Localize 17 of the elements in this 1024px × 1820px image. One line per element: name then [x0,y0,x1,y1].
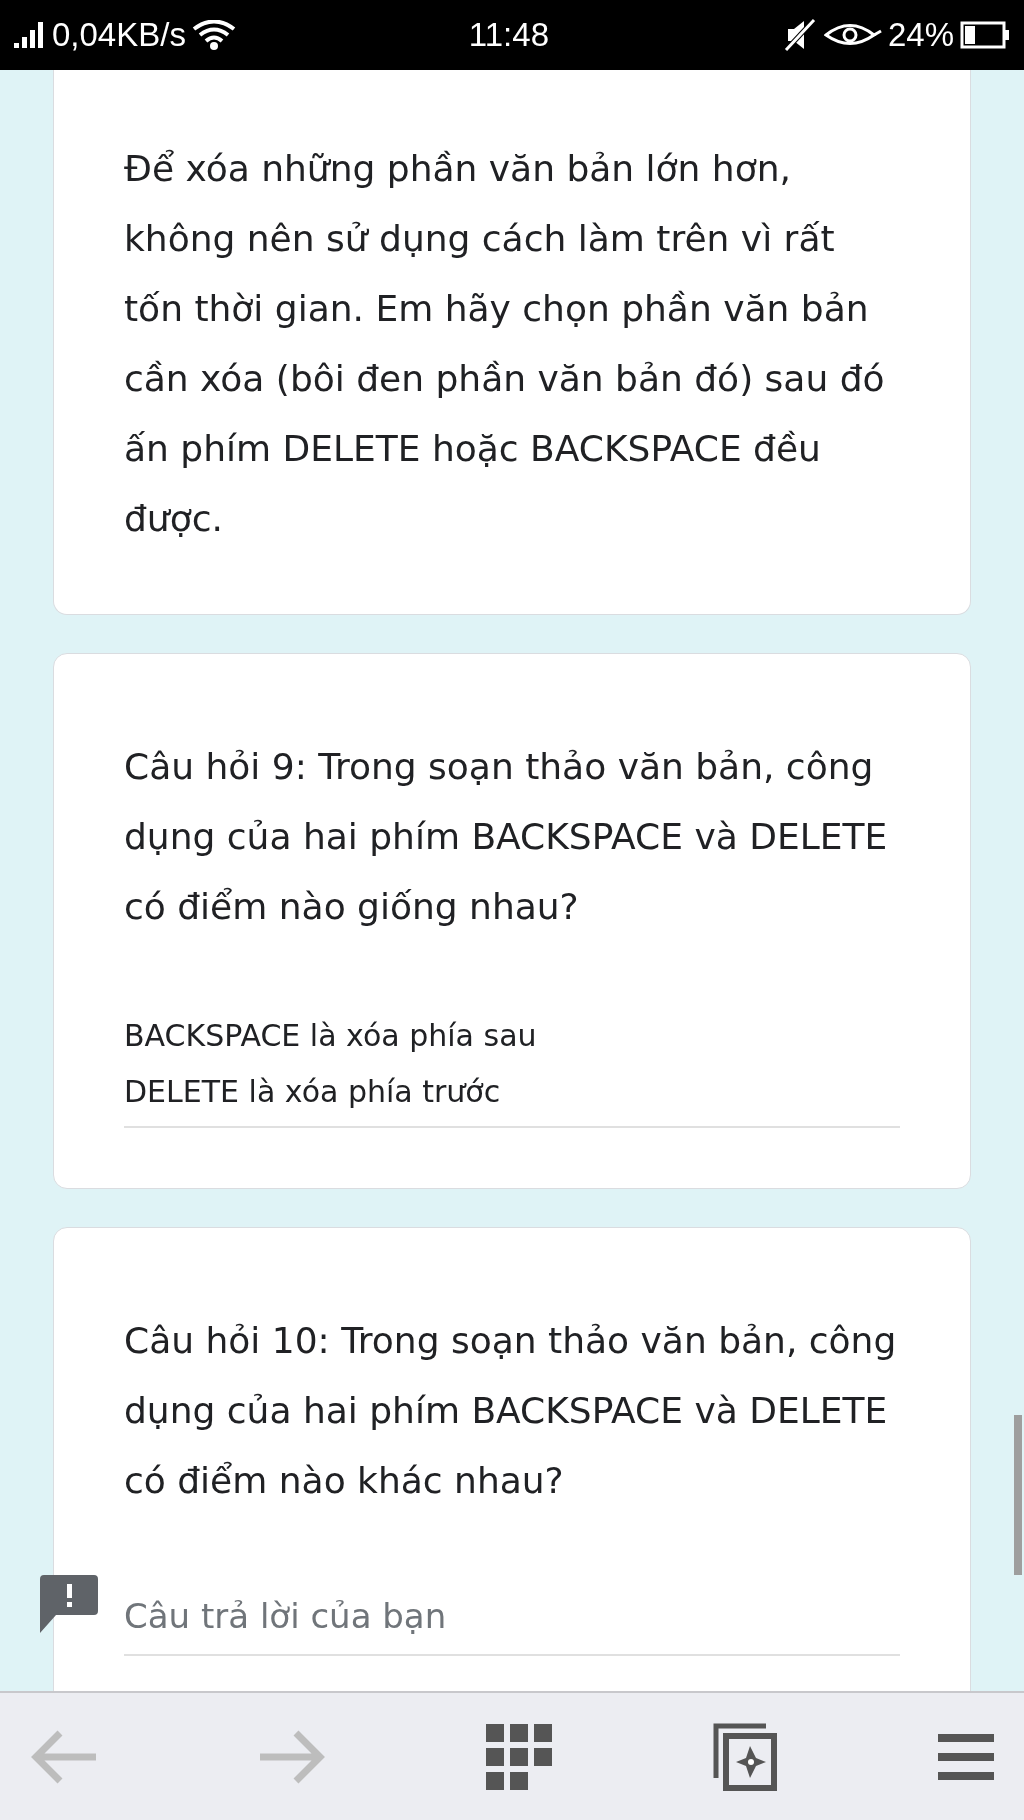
info-text: Để xóa những phần văn bản lớn hơn, không nên sử dụng cách làm trên vì rất tốn thời gian. Em hãy chọn phần văn bản cần xóa (bôi đen phần văn bản đó) sau đó ấn phím DELETE hoặc BACKSPACE đều được. [124,147,886,541]
answer-input[interactable]: Câu trả lời của bạn [124,1588,900,1656]
question-text: Câu hỏi 9: Trong soạn thảo văn bản, công dụng của hai phím BACKSPACE và DELETE có điểm nào giống nhau? [124,745,889,929]
feedback-icon[interactable] [40,1575,98,1633]
tabs-icon[interactable] [712,1721,778,1792]
scrollbar[interactable] [1014,1415,1022,1575]
signal-icon [14,22,44,48]
eye-icon [823,22,882,48]
menu-icon[interactable] [938,1733,994,1780]
battery-level: 24% [887,16,954,54]
clock: 11:48 [468,16,549,54]
answer-field[interactable]: BACKSPACE là xóa phía sau DELETE là xóa phía trước [124,1008,900,1128]
wifi-icon [191,20,236,50]
battery-icon [960,21,1010,49]
network-speed: 0,04KB/s [52,16,186,54]
question-text: Câu hỏi 10: Trong soạn thảo văn bản, công dụng của hai phím BACKSPACE và DELETE có điểm nào khác nhau? [124,1319,898,1503]
grid-icon[interactable] [486,1723,552,1790]
